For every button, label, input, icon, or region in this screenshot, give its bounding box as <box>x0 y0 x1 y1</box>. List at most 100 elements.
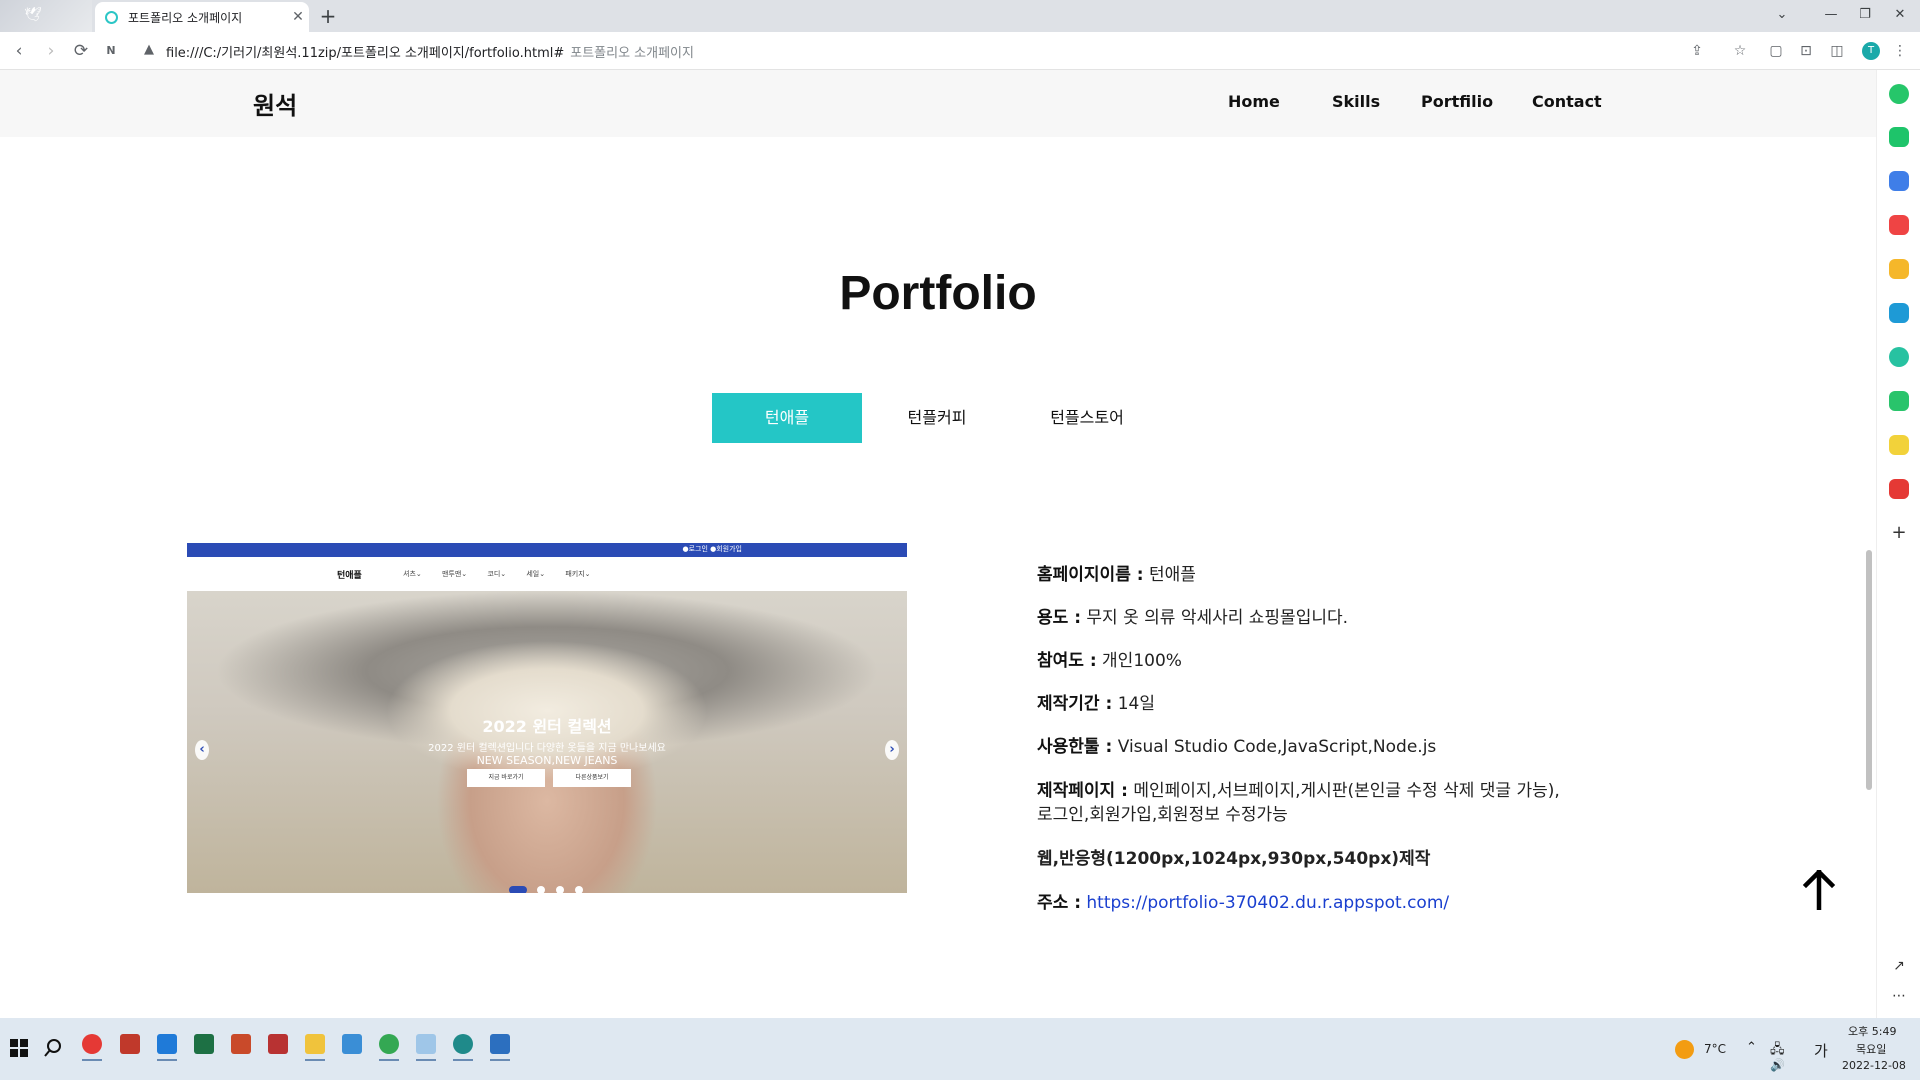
restore-button[interactable]: ❐ <box>1845 0 1885 30</box>
info-value: 무지 옷 의류 악세사리 쇼핑몰입니다. <box>1086 608 1349 628</box>
preview-nav: 턴애플 셔츠⌄ 맨투맨⌄ 코디⌄ 세일⌄ 패키지⌄ <box>187 557 907 591</box>
slide-button-go[interactable]: 지금 바로가기 <box>467 769 545 787</box>
sidebar-notes-icon[interactable] <box>1889 435 1909 455</box>
edge-sidebar: + ↗ ⋯ <box>1876 70 1920 1018</box>
info-value: 14일 <box>1117 694 1155 714</box>
page-viewport: 원석 Home Skills Portfilio Contact Portfol… <box>0 70 1876 1018</box>
windows-start-icon[interactable] <box>10 1039 28 1057</box>
site-logo[interactable]: 원석 <box>253 86 297 121</box>
access-icon[interactable] <box>268 1034 288 1054</box>
speaker-icon[interactable]: 🔊 <box>1770 1058 1785 1072</box>
tab-turnple-store[interactable]: 턴플스토어 <box>1012 393 1162 443</box>
split-screen-icon[interactable]: ◫ <box>1827 41 1847 61</box>
extension-icon[interactable]: ▢ <box>1766 41 1786 61</box>
slide-subline: 2022 윈터 컬렉션입니다 다양한 옷들을 지금 만나보세요 <box>428 743 666 754</box>
share-icon[interactable]: ⇪ <box>1687 41 1707 61</box>
sidebar-pocket-icon[interactable] <box>1889 215 1909 235</box>
url-text: file:///C:/기러기/최원석.11zip/포트폴리오 소개페이지/for… <box>166 46 565 61</box>
sidebar-calendar-icon[interactable] <box>1889 171 1909 191</box>
notepad-icon[interactable] <box>416 1034 436 1054</box>
info-label: 제작페이지 : <box>1037 781 1128 801</box>
powerpoint-icon[interactable] <box>231 1034 251 1054</box>
browser-toolbar: ‹ › ⟳ N ▲ file:///C:/기러기/최원석.11zip/포트폴리오… <box>0 32 1920 70</box>
tab-search-icon[interactable]: ⌄ <box>1762 0 1802 30</box>
nav-home-link[interactable]: Home <box>1228 92 1280 111</box>
preview-brand: 턴애플 <box>337 571 362 581</box>
browser-tab-active[interactable]: 포트폴리오 소개페이지 ✕ <box>95 2 309 32</box>
favorites-star-icon[interactable]: ☆ <box>1730 41 1750 61</box>
weather-sun-icon[interactable] <box>1675 1040 1694 1059</box>
info-purpose: 용도 : 무지 옷 의류 악세사리 쇼핑몰입니다. <box>1037 603 1348 628</box>
weather-temperature[interactable]: 7°C <box>1704 1042 1726 1056</box>
sidebar-webtoon-icon[interactable] <box>1889 391 1909 411</box>
slider-dot[interactable] <box>556 886 564 893</box>
address-bar[interactable]: ▲ file:///C:/기러기/최원석.11zip/포트폴리오 소개페이지/f… <box>130 36 1690 66</box>
taskbar-running-indicator <box>305 1059 325 1061</box>
preview-topbar-links: ●로그인 ●회원가입 <box>682 545 742 553</box>
screenshot-icon[interactable]: ⊡ <box>1796 41 1816 61</box>
search-icon[interactable] <box>44 1039 62 1057</box>
tab-turnple-coffee[interactable]: 턴플커피 <box>862 393 1012 443</box>
info-responsive: 웹,반응형(1200px,1024px,930px,540px)제작 <box>1037 849 1431 869</box>
bird-icon: 🕊 <box>24 7 42 23</box>
store-icon[interactable] <box>342 1034 362 1054</box>
taskbar-running-indicator <box>82 1059 102 1061</box>
url-hint: 포트폴리오 소개페이지 <box>570 46 694 61</box>
sidebar-play-icon[interactable] <box>1889 347 1909 367</box>
clock-time[interactable]: 오후 5:49 <box>1848 1023 1896 1039</box>
tab-close-icon[interactable]: ✕ <box>287 9 309 25</box>
slide-button-more[interactable]: 다른상품보기 <box>553 769 631 787</box>
nav-contact-link[interactable]: Contact <box>1532 92 1602 111</box>
tab-strip-decoration: 🕊 <box>0 0 92 32</box>
more-menu-icon[interactable]: ⋮ <box>1890 41 1910 61</box>
chrome-icon[interactable] <box>82 1034 102 1054</box>
sidebar-add-icon[interactable]: + <box>1889 523 1909 543</box>
sidebar-more-icon[interactable]: ⋯ <box>1889 986 1909 1006</box>
sidebar-news-icon[interactable] <box>1889 479 1909 499</box>
slider-dot[interactable] <box>537 886 545 893</box>
info-label: 용도 : <box>1037 608 1081 628</box>
slider-prev-button[interactable]: ‹ <box>195 740 209 760</box>
windows-taskbar: 7°C ⌃ 🖧 🔊 가 오후 5:49 목요일 2022-12-08 <box>0 1018 1920 1080</box>
close-window-button[interactable]: ✕ <box>1880 0 1920 30</box>
page-scrollbar-thumb[interactable] <box>1866 550 1872 790</box>
photos-icon[interactable] <box>490 1034 510 1054</box>
info-participation: 참여도 : 개인100% <box>1037 646 1182 671</box>
new-tab-button[interactable]: + <box>316 4 340 28</box>
info-value: 개인100% <box>1102 651 1182 671</box>
back-button[interactable]: ‹ <box>6 38 32 64</box>
portfolio-slider: ●로그인 ●회원가입 턴애플 셔츠⌄ 맨투맨⌄ 코디⌄ 세일⌄ 패키지⌄ 202… <box>187 543 907 893</box>
info-period: 제작기간 : 14일 <box>1037 689 1155 714</box>
nav-portfolio-link[interactable]: Portfilio <box>1421 92 1493 111</box>
slider-dot[interactable] <box>509 886 527 893</box>
filezilla-icon[interactable] <box>120 1034 140 1054</box>
chrome-alt-icon[interactable] <box>379 1034 399 1054</box>
info-label: 주소 : <box>1037 893 1081 913</box>
taskbar-running-indicator <box>453 1059 473 1061</box>
profile-avatar[interactable]: T <box>1862 42 1880 60</box>
vscode-icon[interactable] <box>157 1034 177 1054</box>
naver-icon[interactable]: N <box>98 38 124 64</box>
slider-next-button[interactable]: › <box>885 740 899 760</box>
sidebar-open-external-icon[interactable]: ↗ <box>1889 956 1909 976</box>
sidebar-star-icon[interactable] <box>1889 259 1909 279</box>
sidebar-edge-icon[interactable] <box>1889 303 1909 323</box>
reload-button[interactable]: ⟳ <box>68 38 94 64</box>
ime-indicator[interactable]: 가 <box>1814 1040 1828 1061</box>
info-value: 턴애플 <box>1148 565 1196 585</box>
nav-skills-link[interactable]: Skills <box>1332 92 1380 111</box>
site-url-link[interactable]: https://portfolio-370402.du.r.appspot.co… <box>1086 893 1449 913</box>
back-to-top-arrow-icon[interactable] <box>1802 870 1836 910</box>
slider-dot[interactable] <box>575 886 583 893</box>
edge-icon[interactable] <box>453 1034 473 1054</box>
sidebar-app-icon[interactable] <box>1889 84 1909 104</box>
site-info-icon[interactable]: ▲ <box>144 42 154 57</box>
sidebar-chat-icon[interactable] <box>1889 127 1909 147</box>
tab-turnapple[interactable]: 턴애플 <box>712 393 862 443</box>
tab-title: 포트폴리오 소개페이지 <box>128 10 243 25</box>
info-label: 제작기간 : <box>1037 694 1113 714</box>
show-hidden-icons-chevron-icon[interactable]: ⌃ <box>1746 1040 1757 1055</box>
excel-icon[interactable] <box>194 1034 214 1054</box>
file-explorer-icon[interactable] <box>305 1034 325 1054</box>
forward-button[interactable]: › <box>38 38 64 64</box>
